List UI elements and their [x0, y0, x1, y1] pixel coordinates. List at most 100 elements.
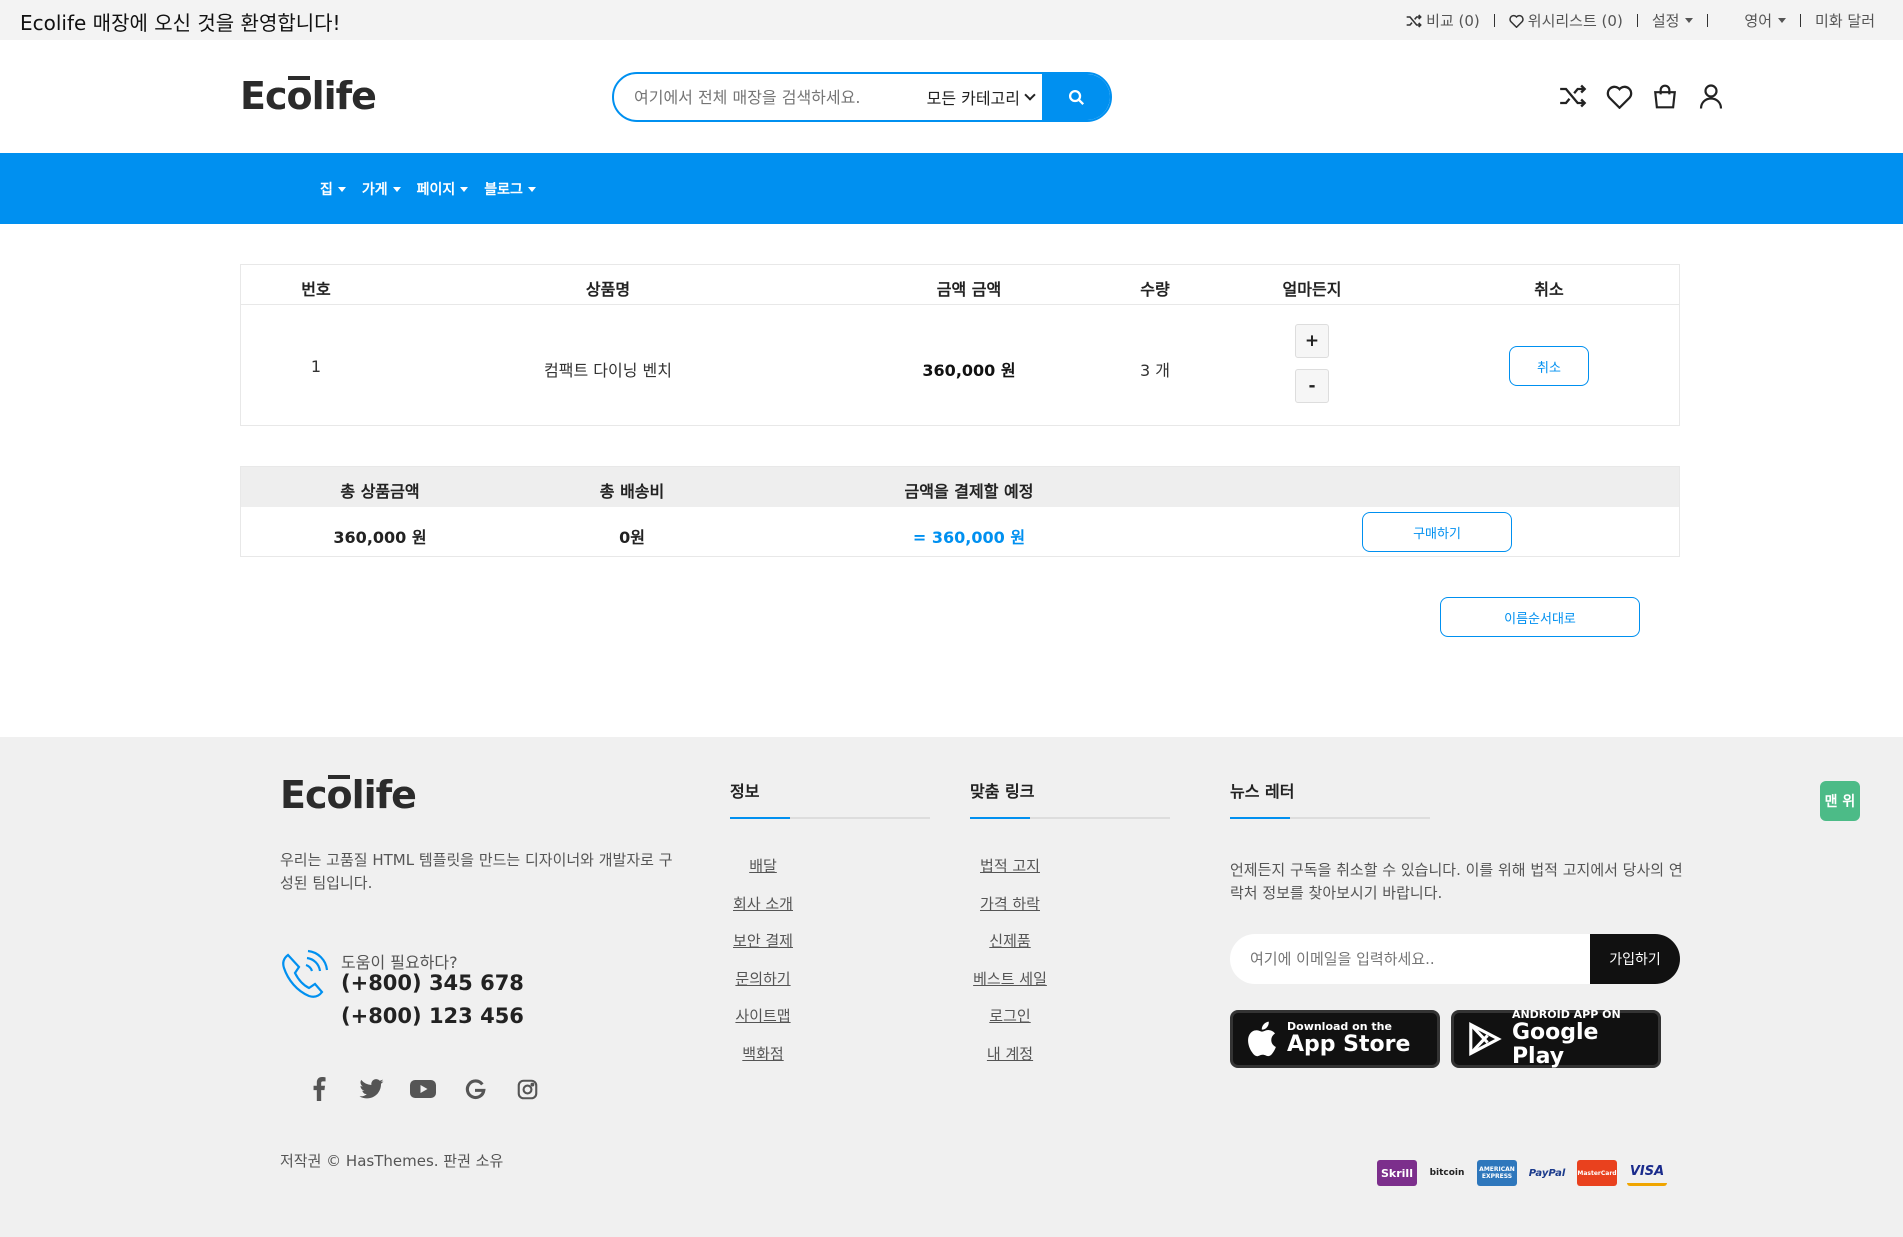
nav-item-label: 페이지	[416, 182, 456, 198]
search-button[interactable]	[1042, 74, 1110, 120]
product-price: 360,000 원	[922, 361, 1016, 380]
logo-text: life	[351, 773, 417, 817]
footer-link-login[interactable]: 로그인	[989, 1005, 1030, 1026]
column-header-adjust: 얼마든지	[1282, 280, 1342, 299]
compare-link[interactable]: 비교 (0)	[1392, 10, 1494, 31]
play-store-icon	[1469, 1022, 1502, 1056]
twitter-icon	[359, 1079, 383, 1099]
wishlist-label: 위시리스트 (0)	[1527, 12, 1623, 30]
copyright-text: 저작권 © HasThemes. 판권 소유	[280, 1152, 504, 1170]
order-by-name-button[interactable]: 이름순서대로	[1440, 597, 1640, 637]
youtube-icon	[410, 1080, 436, 1098]
footer-link-delivery[interactable]: 배달	[749, 855, 777, 876]
apple-icon	[1248, 1021, 1276, 1057]
language-dropdown[interactable]: 영어	[1708, 10, 1800, 31]
footer-info-title: 정보	[730, 782, 760, 801]
social-links	[306, 1076, 540, 1102]
column-header-product-name: 상품명	[585, 280, 631, 299]
caret-down-icon	[392, 186, 401, 192]
nav-item-blog[interactable]: 블로그	[484, 179, 536, 199]
phone-number[interactable]: (+800) 123 456	[341, 1004, 524, 1028]
caret-down-icon	[527, 186, 536, 192]
app-store-badge[interactable]: Download on the App Store	[1230, 1010, 1440, 1068]
chevron-down-icon	[1024, 89, 1036, 101]
heart-icon	[1606, 85, 1632, 109]
search-bar: 모든 카테고리	[612, 72, 1112, 122]
header-icons	[1559, 82, 1725, 110]
nav-item-pages[interactable]: 페이지	[417, 179, 469, 199]
search-input[interactable]	[614, 74, 917, 120]
buy-button[interactable]: 구매하기	[1362, 512, 1512, 552]
instagram-icon	[517, 1079, 537, 1099]
mastercard-icon: MasterCard	[1577, 1160, 1617, 1186]
wishlist-header-button[interactable]	[1605, 82, 1633, 110]
settings-dropdown[interactable]: 설정	[1638, 10, 1708, 31]
subscribe-button[interactable]: 가입하기	[1590, 934, 1680, 984]
nav-item-shop[interactable]: 가게	[362, 179, 401, 199]
product-quantity: 3 개	[1140, 361, 1170, 380]
column-header-number: 번호	[301, 280, 331, 299]
google-play-badge[interactable]: ANDROID APP ON Google Play	[1451, 1009, 1661, 1069]
email-input[interactable]	[1230, 934, 1590, 984]
paypal-icon: PayPal	[1527, 1160, 1567, 1186]
instagram-link[interactable]	[514, 1076, 540, 1102]
logo-text: Ec	[280, 773, 327, 817]
footer-link-about[interactable]: 회사 소개	[733, 893, 793, 914]
google-play-big: Google Play	[1511, 1020, 1599, 1069]
total-products-value: 360,000 원	[333, 528, 427, 547]
nav-item-home[interactable]: 집	[320, 179, 346, 199]
summary-header-shipping: 총 배송비	[599, 482, 665, 501]
nav-item-label: 가게	[361, 182, 388, 198]
cart-header-button[interactable]	[1651, 82, 1679, 110]
currency-dropdown[interactable]: 미화 달러	[1801, 10, 1889, 31]
google-play-text: ANDROID APP ON Google Play	[1512, 1009, 1658, 1069]
top-bar: Ecolife 매장에 오신 것을 환영합니다! 비교 (0) 위시리스트 (0…	[0, 0, 1903, 40]
divider-accent	[1230, 817, 1290, 819]
shopping-bag-icon	[1654, 84, 1676, 108]
footer-link-contact[interactable]: 문의하기	[735, 968, 790, 989]
currency-label: 미화 달러	[1815, 12, 1875, 30]
logo-text: o	[286, 74, 312, 118]
footer-link-my-account[interactable]: 내 계정	[987, 1043, 1033, 1064]
bitcoin-icon: bitcoin	[1427, 1160, 1467, 1186]
column-header-cancel: 취소	[1534, 280, 1564, 299]
increase-quantity-button[interactable]: +	[1295, 324, 1329, 358]
footer-newsletter-title: 뉴스 레터	[1230, 782, 1295, 801]
shuffle-icon	[1560, 84, 1587, 108]
footer-link-secure-payment[interactable]: 보안 결제	[733, 930, 793, 951]
column-header-quantity: 수량	[1140, 280, 1170, 299]
cart-table: 번호 상품명 금액 금액 수량 얼마든지 취소 1 컴팩트 다이닝 벤치 360…	[240, 264, 1680, 426]
footer-logo[interactable]: Ecolife	[280, 773, 417, 817]
youtube-link[interactable]	[410, 1076, 436, 1102]
amex-icon: AMERICAN EXPRESS	[1477, 1160, 1517, 1186]
app-store-big: App Store	[1287, 1032, 1411, 1057]
site-logo[interactable]: Ecolife	[240, 74, 377, 118]
caret-down-icon	[337, 186, 346, 192]
caret-down-icon	[460, 186, 469, 192]
decrease-quantity-button[interactable]: -	[1295, 369, 1329, 403]
back-to-top-button[interactable]: 맨 위	[1820, 781, 1860, 821]
phone-number[interactable]: (+800) 345 678	[341, 971, 524, 995]
footer-link-best-sales[interactable]: 베스트 세일	[973, 968, 1047, 989]
footer-link-legal[interactable]: 법적 고지	[980, 855, 1040, 876]
facebook-link[interactable]	[306, 1076, 332, 1102]
footer-link-price-drop[interactable]: 가격 하락	[980, 893, 1040, 914]
footer-link-sitemap[interactable]: 사이트맵	[735, 1005, 790, 1026]
divider-accent	[730, 817, 790, 819]
account-header-button[interactable]	[1697, 82, 1725, 110]
footer-link-stores[interactable]: 백화점	[742, 1043, 783, 1064]
compare-header-button[interactable]	[1559, 82, 1587, 110]
compare-label: 비교 (0)	[1426, 12, 1480, 30]
google-link[interactable]	[462, 1076, 488, 1102]
twitter-link[interactable]	[358, 1076, 384, 1102]
payment-methods: Skrill bitcoin AMERICAN EXPRESS PayPal M…	[1377, 1160, 1667, 1186]
user-icon	[1699, 83, 1723, 109]
footer-link-new-products[interactable]: 신제품	[989, 930, 1030, 951]
skrill-icon: Skrill	[1377, 1160, 1417, 1186]
summary-header-total-products: 총 상품금액	[340, 482, 420, 501]
wishlist-link[interactable]: 위시리스트 (0)	[1495, 10, 1637, 31]
facebook-icon	[313, 1077, 326, 1101]
category-select[interactable]: 모든 카테고리	[917, 74, 1042, 120]
app-store-text: Download on the App Store	[1287, 1021, 1410, 1057]
cancel-item-button[interactable]: 취소	[1509, 346, 1589, 386]
